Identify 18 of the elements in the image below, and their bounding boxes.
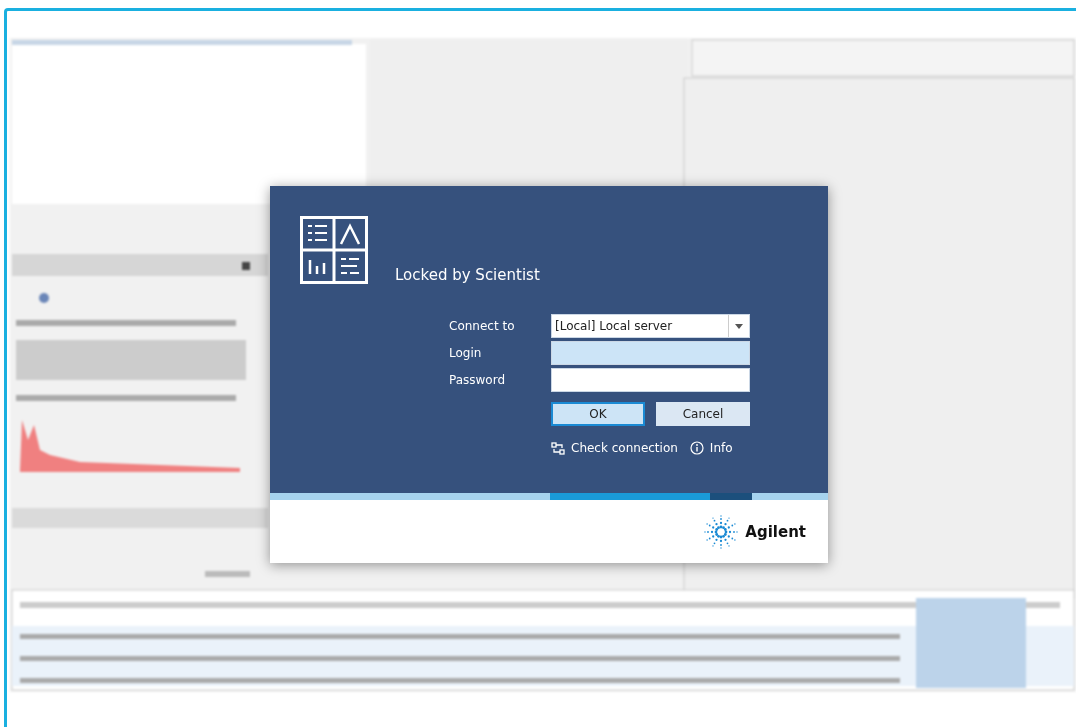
check-connection-link[interactable]: Check connection <box>551 441 678 455</box>
brand-name: Agilent <box>745 522 806 541</box>
field-label: Connect to <box>449 319 516 333</box>
dialog-title: Locked by Scientist <box>395 266 540 284</box>
app-logo-icon <box>300 216 368 284</box>
password-field[interactable] <box>551 368 750 392</box>
server-dropdown[interactable]: [Local] Local server <box>551 314 750 338</box>
ok-button[interactable]: OK <box>551 402 645 426</box>
cancel-button[interactable]: Cancel <box>656 402 750 426</box>
info-icon <box>689 441 704 455</box>
info-link[interactable]: Info <box>689 441 733 455</box>
starburst-logo-icon <box>703 513 740 550</box>
connection-icon <box>551 441 565 455</box>
blurred-label <box>205 571 250 577</box>
field-label: Login <box>449 346 483 360</box>
field-label: Password <box>449 373 507 387</box>
caret-icon <box>735 323 743 329</box>
login-field[interactable] <box>551 341 750 365</box>
